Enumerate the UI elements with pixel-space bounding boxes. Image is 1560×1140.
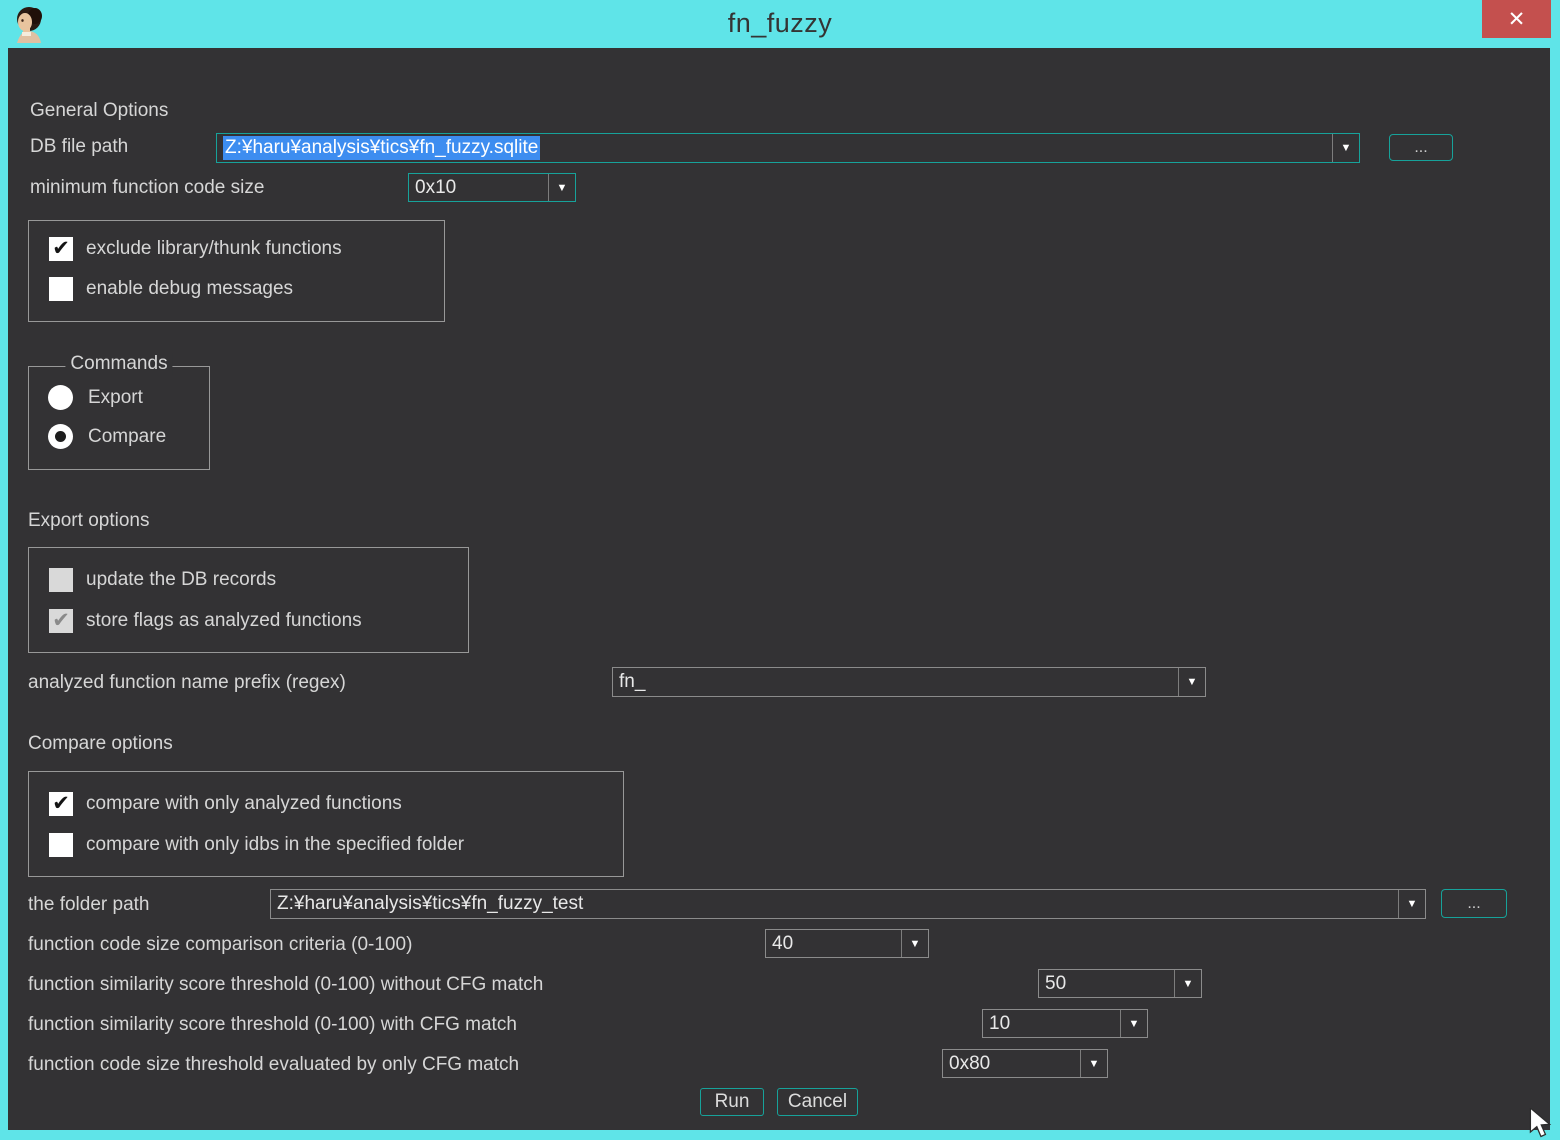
checkbox-label: enable debug messages: [86, 278, 293, 300]
checkbox-label: compare with only analyzed functions: [86, 793, 402, 815]
close-button[interactable]: ✕: [1482, 0, 1551, 38]
dropdown-arrow-icon[interactable]: ▼: [1332, 134, 1359, 162]
radio-selected-icon[interactable]: [48, 424, 73, 449]
min-code-size-label: minimum function code size: [30, 175, 264, 201]
compare-idbs-folder-checkbox[interactable]: compare with only idbs in the specified …: [49, 833, 464, 857]
general-checkbox-group: ✔ exclude library/thunk functions enable…: [28, 220, 445, 322]
prefix-label: analyzed function name prefix (regex): [28, 670, 346, 696]
compare-analyzed-checkbox[interactable]: ✔ compare with only analyzed functions: [49, 792, 402, 816]
dropdown-arrow-icon[interactable]: ▼: [901, 930, 928, 957]
cfg-only-threshold-value: 0x80: [943, 1050, 1080, 1077]
dropdown-arrow-icon[interactable]: ▼: [1120, 1010, 1147, 1037]
code-size-criteria-value: 40: [766, 930, 901, 957]
checkbox-checked-icon[interactable]: ✔: [49, 792, 73, 816]
dropdown-arrow-icon[interactable]: ▼: [1174, 970, 1201, 997]
run-button[interactable]: Run: [700, 1088, 764, 1116]
titlebar[interactable]: fn_fuzzy ✕: [0, 0, 1560, 48]
db-file-path-combobox[interactable]: Z:¥haru¥analysis¥tics¥fn_fuzzy.sqlite ▼: [216, 133, 1360, 163]
checkbox-label: update the DB records: [86, 569, 276, 591]
cfg-only-threshold-combobox[interactable]: 0x80 ▼: [942, 1049, 1108, 1078]
db-file-path-label: DB file path: [30, 134, 128, 160]
compare-options-heading: Compare options: [28, 731, 173, 757]
dropdown-arrow-icon[interactable]: ▼: [548, 174, 575, 201]
similarity-without-cfg-label: function similarity score threshold (0-1…: [28, 972, 543, 998]
db-file-path-browse-button[interactable]: ...: [1389, 134, 1453, 161]
similarity-without-cfg-combobox[interactable]: 50 ▼: [1038, 969, 1202, 998]
compare-radio[interactable]: Compare: [48, 424, 166, 449]
dropdown-arrow-icon[interactable]: ▼: [1398, 890, 1425, 918]
checkbox-unchecked-icon[interactable]: [49, 277, 73, 301]
checkbox-unchecked-icon[interactable]: [49, 568, 73, 592]
enable-debug-checkbox[interactable]: enable debug messages: [49, 277, 293, 301]
code-size-criteria-combobox[interactable]: 40 ▼: [765, 929, 929, 958]
commands-group: Commands Export Compare: [28, 366, 210, 470]
close-icon: ✕: [1508, 7, 1526, 32]
checkbox-checked-icon[interactable]: ✔: [49, 609, 73, 633]
db-file-path-value: Z:¥haru¥analysis¥tics¥fn_fuzzy.sqlite: [217, 134, 1332, 162]
store-flags-checkbox[interactable]: ✔ store flags as analyzed functions: [49, 609, 362, 633]
checkbox-label: exclude library/thunk functions: [86, 238, 342, 260]
commands-legend: Commands: [65, 353, 172, 375]
radio-label: Compare: [88, 426, 166, 448]
similarity-with-cfg-value: 10: [983, 1010, 1120, 1037]
prefix-value: fn_: [613, 668, 1178, 696]
cfg-only-threshold-label: function code size threshold evaluated b…: [28, 1052, 519, 1078]
compare-checkbox-group: ✔ compare with only analyzed functions c…: [28, 771, 624, 877]
general-options-heading: General Options: [30, 98, 168, 124]
dialog-content: General Options DB file path Z:¥haru¥ana…: [8, 48, 1550, 1130]
radio-unselected-icon[interactable]: [48, 385, 73, 410]
export-radio[interactable]: Export: [48, 385, 143, 410]
fn-fuzzy-dialog: fn_fuzzy ✕ General Options DB file path …: [0, 0, 1560, 1140]
dropdown-arrow-icon[interactable]: ▼: [1178, 668, 1205, 696]
similarity-without-cfg-value: 50: [1039, 970, 1174, 997]
cancel-button[interactable]: Cancel: [777, 1088, 858, 1116]
export-checkbox-group: update the DB records ✔ store flags as a…: [28, 547, 469, 653]
export-options-heading: Export options: [28, 508, 149, 534]
folder-path-label: the folder path: [28, 892, 149, 918]
checkbox-label: store flags as analyzed functions: [86, 610, 362, 632]
similarity-with-cfg-combobox[interactable]: 10 ▼: [982, 1009, 1148, 1038]
min-code-size-value: 0x10: [409, 174, 548, 201]
dropdown-arrow-icon[interactable]: ▼: [1080, 1050, 1107, 1077]
update-db-records-checkbox[interactable]: update the DB records: [49, 568, 276, 592]
folder-path-browse-button[interactable]: ...: [1441, 889, 1507, 918]
checkbox-checked-icon[interactable]: ✔: [49, 237, 73, 261]
radio-label: Export: [88, 387, 143, 409]
code-size-criteria-label: function code size comparison criteria (…: [28, 932, 412, 958]
exclude-library-checkbox[interactable]: ✔ exclude library/thunk functions: [49, 237, 342, 261]
prefix-combobox[interactable]: fn_ ▼: [612, 667, 1206, 697]
similarity-with-cfg-label: function similarity score threshold (0-1…: [28, 1012, 517, 1038]
checkbox-unchecked-icon[interactable]: [49, 833, 73, 857]
window-title: fn_fuzzy: [0, 8, 1560, 39]
folder-path-combobox[interactable]: Z:¥haru¥analysis¥tics¥fn_fuzzy_test ▼: [270, 889, 1426, 919]
folder-path-value: Z:¥haru¥analysis¥tics¥fn_fuzzy_test: [271, 890, 1398, 918]
min-code-size-combobox[interactable]: 0x10 ▼: [408, 173, 576, 202]
checkbox-label: compare with only idbs in the specified …: [86, 834, 464, 856]
